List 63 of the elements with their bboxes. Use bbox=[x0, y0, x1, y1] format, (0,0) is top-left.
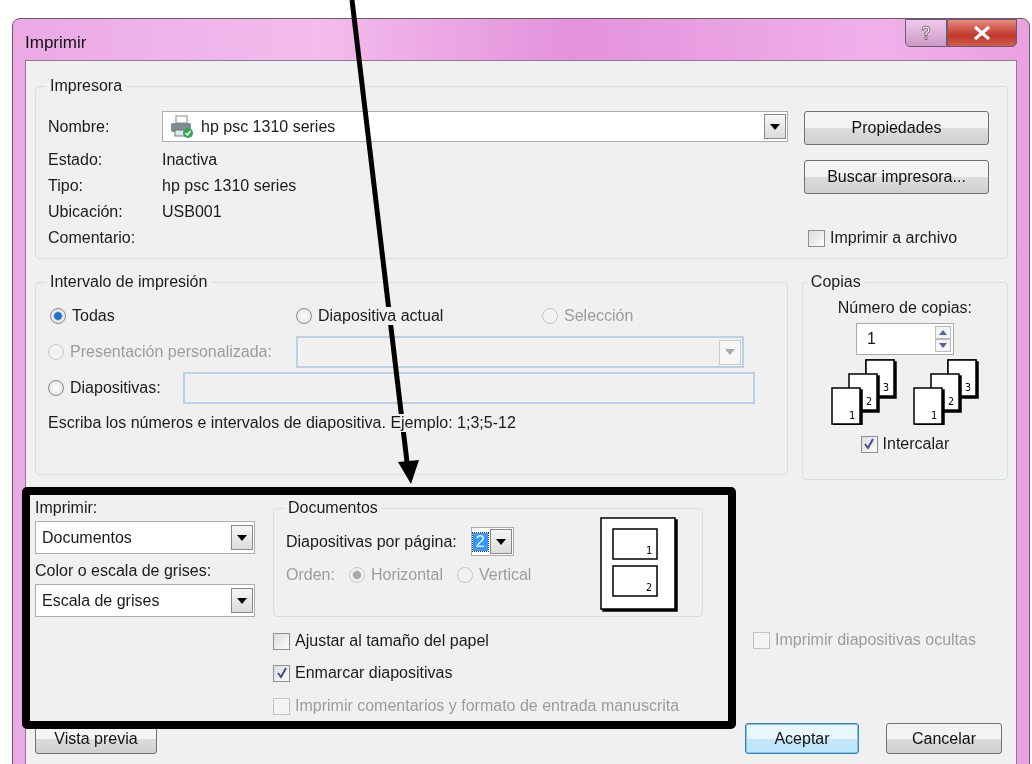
caret-icon bbox=[237, 534, 247, 541]
radio-label: Vertical bbox=[478, 566, 532, 584]
caret-icon bbox=[237, 597, 247, 604]
radio-button[interactable] bbox=[456, 567, 473, 583]
collate-pages-drawing: 3 2 1 bbox=[830, 359, 897, 425]
group-label: Intervalo de impresión bbox=[49, 273, 209, 291]
radio-label: Todas bbox=[72, 307, 115, 325]
checkbox-label: Ajustar al tamaño del papel bbox=[295, 632, 489, 650]
info-label: Comentario: bbox=[48, 229, 137, 247]
printer-icon bbox=[169, 114, 195, 139]
radio-button[interactable] bbox=[48, 380, 64, 396]
caret-icon bbox=[495, 538, 506, 545]
checkbox-label: Intercalar bbox=[882, 435, 950, 453]
help-button[interactable] bbox=[905, 19, 947, 47]
printer-dropdown[interactable]: hp psc 1310 series bbox=[162, 111, 788, 142]
field-label: Color o escala de grises: bbox=[35, 562, 213, 580]
checkbox-label: Enmarcar diapositivas bbox=[295, 664, 453, 682]
hint-text: Escriba los números e intervalos de diapositiva. Ejemplo: 1;3;5-12 bbox=[48, 414, 516, 432]
copies-spinner[interactable]: 1 bbox=[855, 323, 954, 355]
close-button[interactable] bbox=[947, 19, 1017, 47]
copies-label: Número de copias: bbox=[837, 299, 973, 317]
collate-pages-drawing: 3 2 1 bbox=[912, 359, 979, 425]
radio-label: Horizontal bbox=[370, 566, 443, 584]
dialog-button[interactable]: Propiedades bbox=[804, 111, 989, 145]
radio-label: Diapositiva actual bbox=[318, 307, 444, 325]
radio-button[interactable] bbox=[296, 308, 312, 324]
radio-label: Presentación personalizada: bbox=[70, 343, 272, 361]
info-label: Estado: bbox=[48, 151, 104, 169]
field-label: Diapositivas por página: bbox=[286, 532, 457, 551]
group-label: Copias bbox=[809, 273, 862, 291]
radio-button[interactable] bbox=[348, 567, 365, 583]
radio-button[interactable] bbox=[50, 308, 66, 324]
info-value: USB001 bbox=[162, 203, 222, 221]
group-label: Impresora bbox=[49, 77, 124, 95]
radio-label: Selección bbox=[564, 307, 634, 325]
checkbox-label: Imprimir comentarios y formato de entrada manuscrita bbox=[295, 697, 680, 715]
info-label: Tipo: bbox=[48, 177, 84, 195]
checkbox[interactable] bbox=[860, 435, 878, 453]
print-what-dropdown[interactable]: Documentos bbox=[35, 521, 255, 554]
spinner-arrows-icon bbox=[934, 326, 951, 352]
info-label: Ubicación: bbox=[48, 203, 124, 221]
caret-icon bbox=[770, 123, 780, 130]
radio-label: Diapositivas: bbox=[70, 379, 161, 397]
color-dropdown[interactable]: Escala de grises bbox=[35, 584, 255, 617]
close-icon bbox=[973, 26, 991, 40]
checkbox[interactable] bbox=[273, 632, 290, 650]
help-icon bbox=[919, 25, 933, 41]
checkbox-label: Imprimir diapositivas ocultas bbox=[775, 631, 976, 649]
group-label: Documentos bbox=[287, 499, 379, 517]
info-value: hp psc 1310 series bbox=[162, 177, 297, 195]
info-value: Inactiva bbox=[162, 151, 218, 169]
window-title: Imprimir bbox=[25, 32, 87, 53]
field-label: Imprimir: bbox=[35, 499, 99, 517]
field-label: Nombre: bbox=[48, 117, 111, 136]
field-label: Orden: bbox=[286, 566, 335, 584]
checkbox[interactable] bbox=[273, 664, 290, 682]
slides-input-field[interactable] bbox=[182, 372, 755, 404]
checkbox-label: Imprimir a archivo bbox=[830, 229, 958, 247]
dialog-button[interactable]: Buscar impresora... bbox=[804, 160, 989, 194]
caret-icon bbox=[724, 349, 735, 355]
checkbox[interactable] bbox=[808, 229, 825, 247]
dialog-button[interactable]: Cancelar bbox=[886, 723, 1002, 754]
dialog-button[interactable]: Aceptar bbox=[745, 723, 859, 754]
